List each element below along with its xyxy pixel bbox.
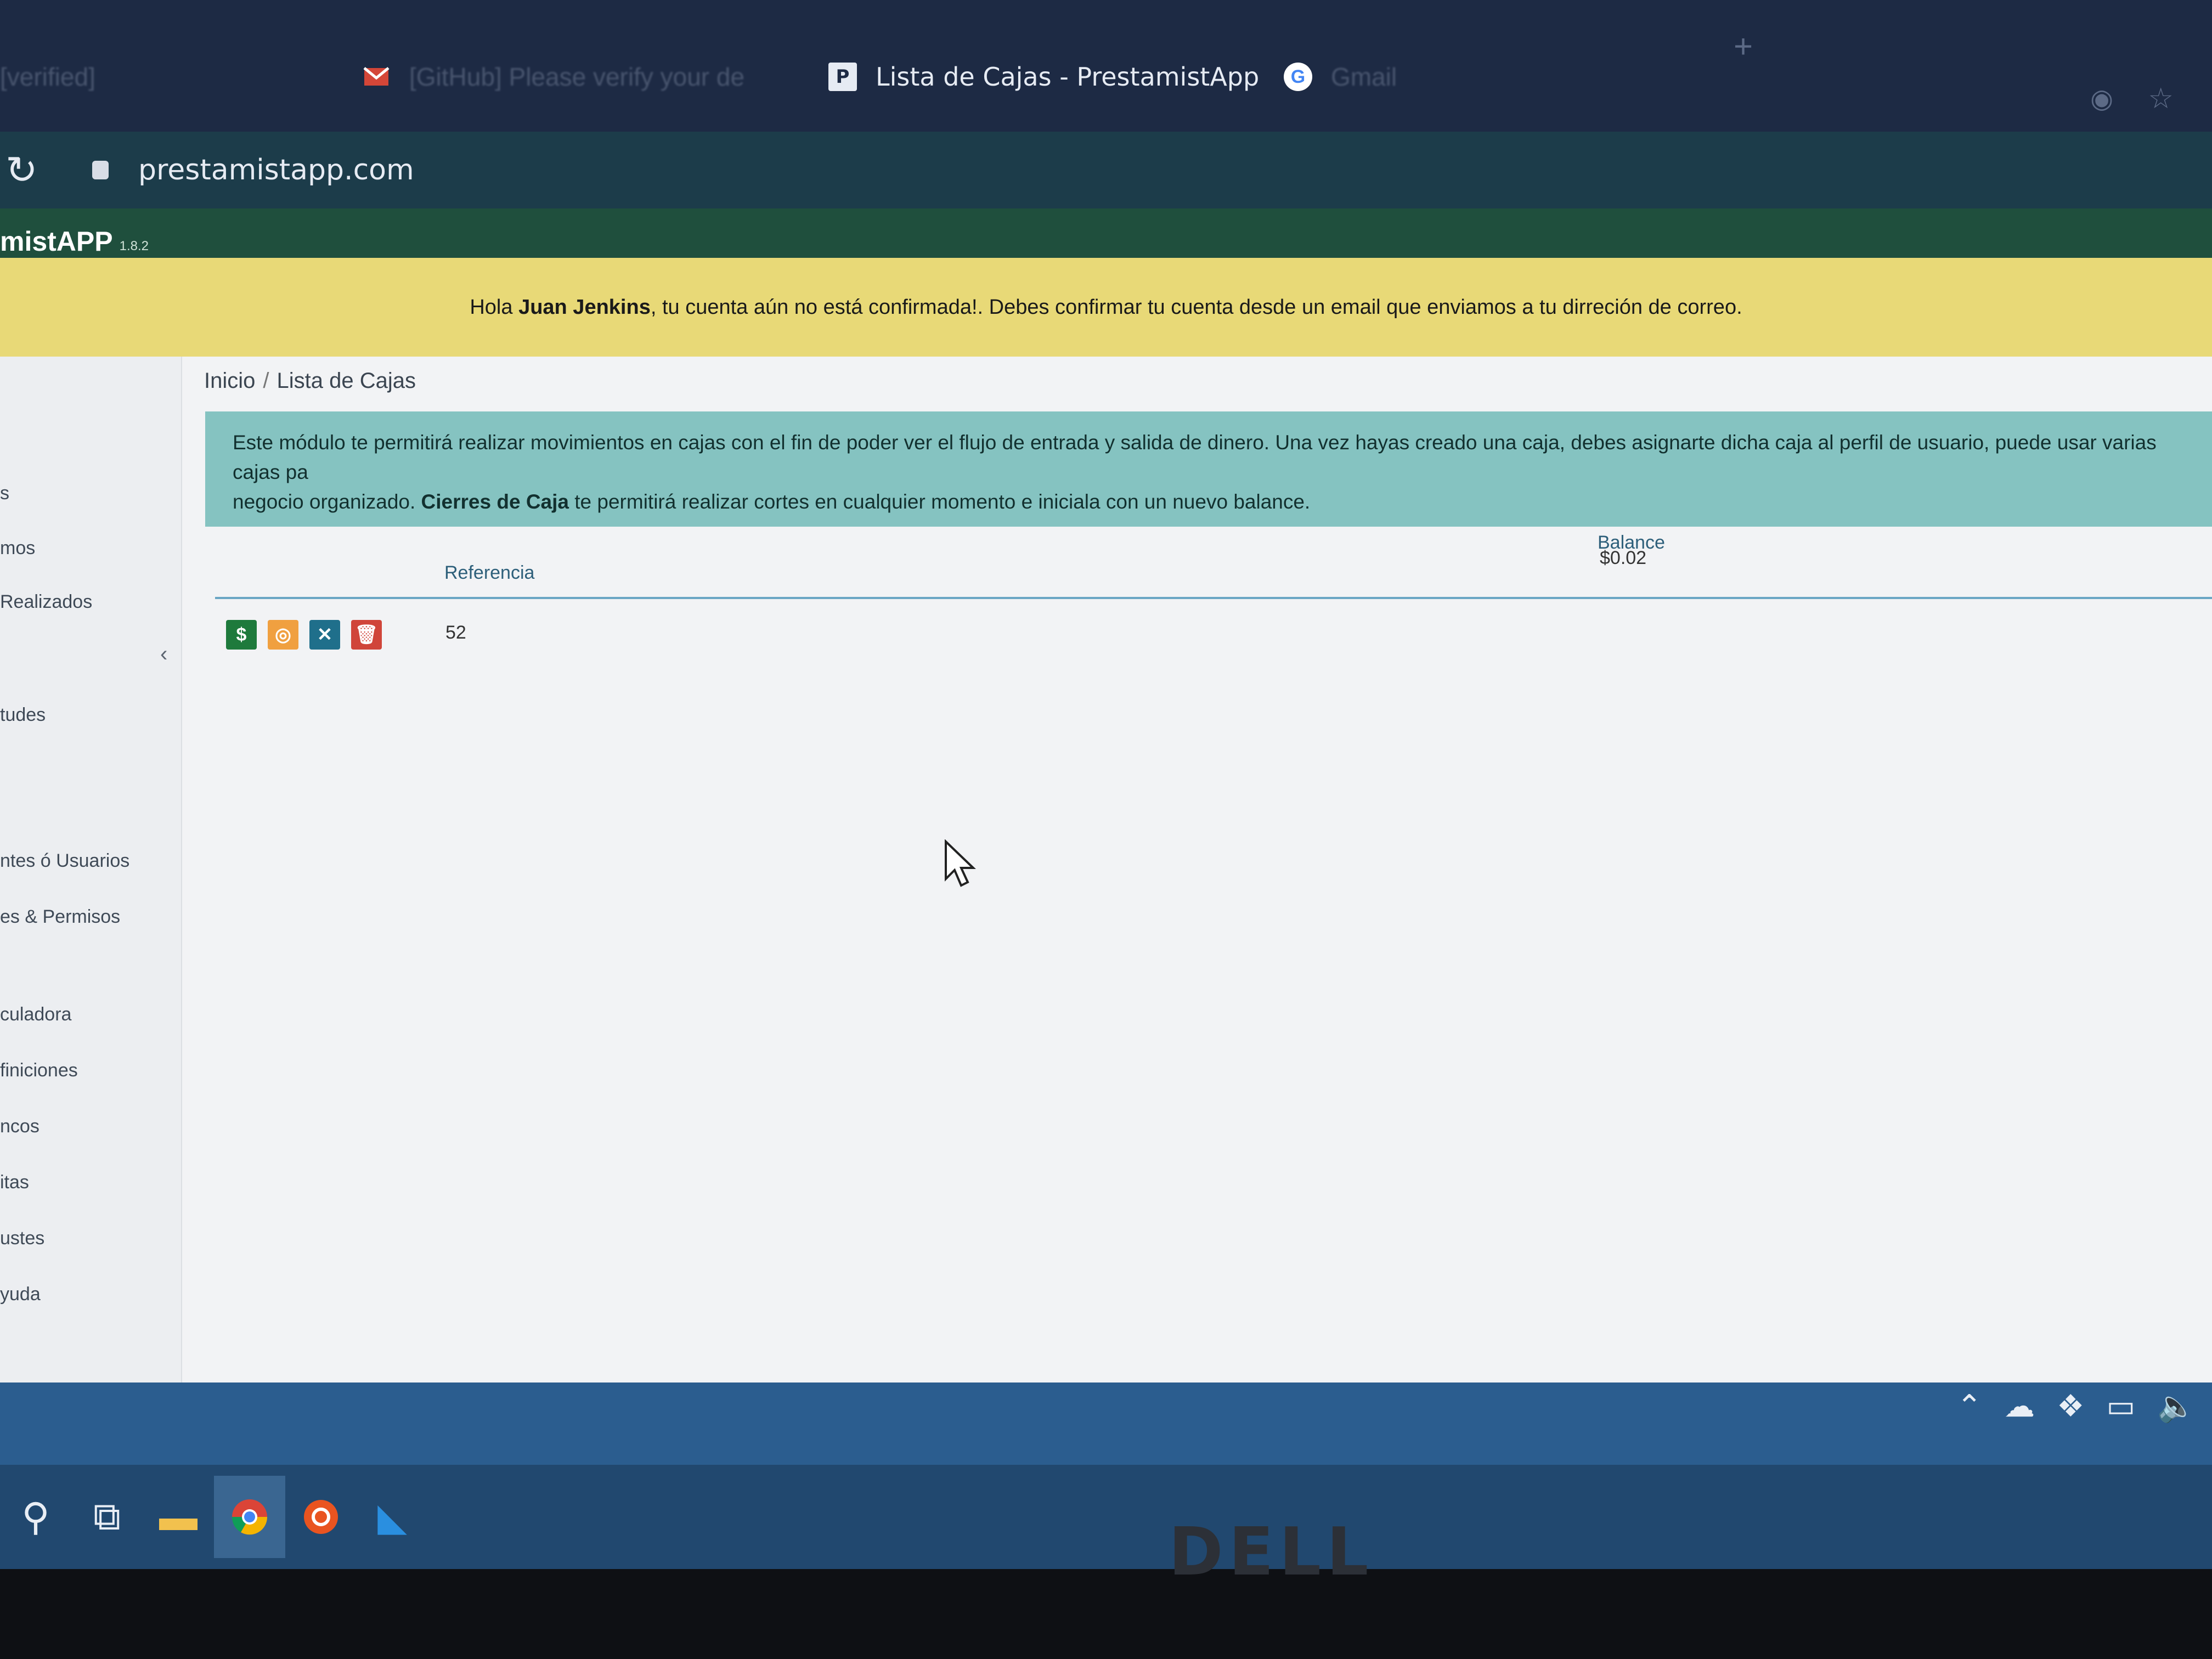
system-tray-bar: ⌃ ☁ ❖ ▭ 🔈 bbox=[0, 1383, 2212, 1465]
dropbox-icon[interactable]: ❖ bbox=[2057, 1388, 2084, 1424]
table-header-divider bbox=[215, 597, 2212, 599]
info-bold-cierres: Cierres de Caja bbox=[421, 490, 569, 513]
sidebar-item-calculadora[interactable]: culadora bbox=[0, 1004, 71, 1025]
screen: [verified] [GitHub] Please verify your d… bbox=[0, 0, 2212, 1569]
sidebar-item-definiciones[interactable]: finiciones bbox=[0, 1060, 78, 1081]
onedrive-cloud-icon[interactable]: ☁ bbox=[2004, 1388, 2035, 1424]
app-brand[interactable]: mistAPP bbox=[0, 225, 113, 257]
browser-tabstrip: [verified] [GitHub] Please verify your d… bbox=[0, 0, 2212, 132]
gmail-icon bbox=[362, 63, 391, 91]
monitor-bezel bbox=[0, 1569, 2212, 1659]
sidebar-item-ayuda[interactable]: yuda bbox=[0, 1284, 41, 1305]
profile-icon[interactable]: ◉ bbox=[2090, 83, 2113, 114]
breadcrumb-separator: / bbox=[263, 369, 269, 393]
view-button[interactable]: ◎ bbox=[268, 620, 298, 650]
reload-icon[interactable]: ↻ bbox=[5, 148, 49, 193]
tab-label: Gmail bbox=[1331, 63, 1397, 91]
breadcrumb-current: Lista de Cajas bbox=[276, 369, 416, 393]
volume-icon[interactable]: 🔈 bbox=[2157, 1388, 2196, 1424]
info-text-2: negocio organizado. bbox=[233, 490, 416, 513]
task-view-icon[interactable]: ⧉ bbox=[71, 1476, 143, 1558]
new-tab-button[interactable]: + bbox=[1734, 27, 1753, 65]
table-row: $ ◎ ✕ 🗑 52 $0.02 bbox=[215, 548, 2212, 658]
network-icon[interactable]: ▭ bbox=[2106, 1388, 2135, 1424]
dell-logo: DELL bbox=[1169, 1514, 1374, 1590]
vscode-icon[interactable]: ◣ bbox=[357, 1476, 428, 1558]
chrome-icon[interactable] bbox=[214, 1476, 285, 1558]
google-icon: G bbox=[1284, 63, 1312, 91]
search-icon[interactable]: ⚲ bbox=[0, 1476, 71, 1558]
main-content: Inicio / Lista de Cajas Este módulo te per… bbox=[182, 357, 2212, 1536]
sidebar-item-ajustes[interactable]: ustes bbox=[0, 1228, 44, 1249]
sidebar-item-realizados[interactable]: Realizados bbox=[0, 591, 92, 613]
view-icon: ◎ bbox=[275, 624, 291, 645]
sidebar-item-roles-permisos[interactable]: es & Permisos bbox=[0, 906, 120, 928]
sidebar: s mos Realizados ‹ tudes ntes ó Usuarios… bbox=[0, 357, 182, 1536]
ubuntu-icon[interactable] bbox=[285, 1476, 357, 1558]
account-unconfirmed-alert: Hola Juan Jenkins, tu cuenta aún no está… bbox=[0, 258, 2212, 357]
tray-icons: ⌃ ☁ ❖ ▭ 🔈 bbox=[1956, 1388, 2196, 1424]
column-header-referencia[interactable]: Referencia bbox=[444, 562, 534, 584]
tab-verified[interactable]: [verified] bbox=[0, 38, 95, 115]
sidebar-item-solicitudes[interactable]: tudes bbox=[0, 704, 46, 726]
trash-icon: 🗑 bbox=[354, 624, 379, 645]
tab-label: [GitHub] Please verify your de bbox=[409, 63, 745, 91]
sidebar-item-clientes[interactable]: ntes ó Usuarios bbox=[0, 850, 129, 872]
info-box: Este módulo te permitirá realizar movimi… bbox=[205, 411, 2212, 527]
tab-lista-de-cajas[interactable]: P Lista de Cajas - PrestamistApp bbox=[828, 38, 1259, 115]
url-field[interactable]: prestamistapp.com bbox=[138, 154, 414, 187]
close-box-button[interactable]: ✕ bbox=[309, 620, 340, 650]
sidebar-item-bancos[interactable]: ncos bbox=[0, 1116, 40, 1137]
alert-user-name: Juan Jenkins bbox=[518, 295, 651, 319]
windows-taskbar: ⚲ ⧉ ▬ ◣ bbox=[0, 1465, 2212, 1569]
tab-label: [verified] bbox=[0, 63, 95, 91]
cell-balance: $0.02 bbox=[1600, 548, 1647, 568]
breadcrumb-home[interactable]: Inicio bbox=[204, 369, 255, 393]
close-icon: ✕ bbox=[317, 624, 333, 645]
tab-github-email[interactable]: [GitHub] Please verify your de bbox=[362, 38, 744, 115]
address-bar: ↻ prestamistapp.com bbox=[0, 132, 2212, 208]
dollar-icon: $ bbox=[236, 624, 247, 645]
breadcrumb: Inicio / Lista de Cajas bbox=[204, 369, 416, 393]
alert-message: , tu cuenta aún no está confirmada!. Deb… bbox=[650, 295, 1742, 319]
sidebar-item-1[interactable]: s bbox=[0, 483, 9, 504]
sidebar-collapse-icon[interactable]: ‹ bbox=[160, 642, 167, 667]
alert-prefix: Hola bbox=[470, 295, 513, 319]
prestamistapp-favicon: P bbox=[828, 63, 857, 91]
mouse-cursor-icon bbox=[945, 839, 976, 887]
file-explorer-icon[interactable]: ▬ bbox=[143, 1476, 214, 1558]
tab-gmail[interactable]: G Gmail bbox=[1284, 38, 1397, 115]
cell-referencia: 52 bbox=[445, 622, 466, 643]
chevron-up-icon[interactable]: ⌃ bbox=[1956, 1388, 1982, 1424]
sidebar-item-cuentas[interactable]: itas bbox=[0, 1172, 29, 1193]
app-version: 1.8.2 bbox=[119, 239, 149, 253]
bookmark-star-icon[interactable]: ☆ bbox=[2148, 82, 2174, 115]
sidebar-item-prestamos[interactable]: mos bbox=[0, 538, 35, 559]
info-text-3: te permitirá realizar cortes en cualquie… bbox=[574, 490, 1311, 513]
tab-label: Lista de Cajas - PrestamistApp bbox=[876, 62, 1260, 92]
delete-button[interactable]: 🗑 bbox=[351, 620, 382, 650]
lock-icon[interactable] bbox=[92, 161, 109, 179]
info-text-1: Este módulo te permitirá realizar movimi… bbox=[233, 431, 2157, 483]
money-button[interactable]: $ bbox=[226, 620, 257, 650]
